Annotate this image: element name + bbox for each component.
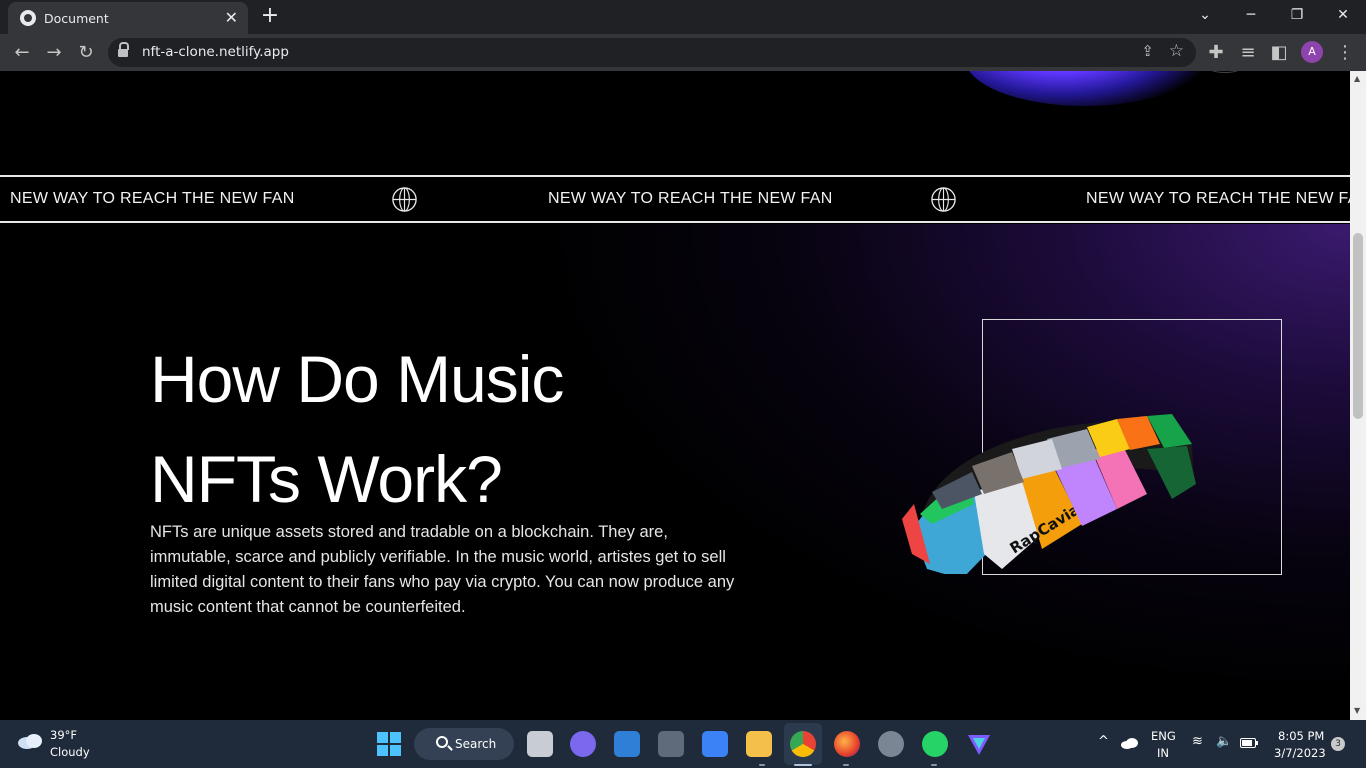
- bookmark-star-icon[interactable]: ☆: [1169, 41, 1184, 61]
- chrome-icon[interactable]: [790, 731, 816, 757]
- globe-icon: [392, 187, 417, 212]
- running-indicator: [931, 764, 937, 766]
- tab-title: Document: [44, 10, 109, 26]
- clock-time[interactable]: 8:05 PM: [1278, 729, 1324, 743]
- wifi-icon[interactable]: ≋: [1192, 734, 1203, 749]
- clock-date[interactable]: 3/7/2023: [1274, 746, 1326, 760]
- page-scrollbar[interactable]: ▲ ▼: [1350, 71, 1366, 720]
- playlist-covers-ring-image: RapCaviar: [902, 414, 1196, 574]
- scroll-up-arrow-icon[interactable]: ▲: [1354, 74, 1360, 83]
- running-indicator: [843, 764, 849, 766]
- tray-overflow-chevron-icon[interactable]: ^: [1098, 734, 1109, 749]
- extensions-puzzle-icon[interactable]: ✚: [1203, 40, 1229, 66]
- tab-close-icon[interactable]: ✕: [225, 10, 238, 26]
- close-window-button[interactable]: ✕: [1320, 0, 1366, 30]
- active-indicator: [794, 764, 812, 766]
- how-it-works-section: How Do Music NFTs Work? NFTs are unique …: [0, 224, 1350, 720]
- start-windows-icon[interactable]: [376, 731, 402, 757]
- scroll-down-arrow-icon[interactable]: ▼: [1354, 706, 1360, 715]
- windows-taskbar: 39°F Cloudy Search ^ ENG IN ≋ 🔈 8:05 PM …: [0, 720, 1366, 768]
- media-queue-icon[interactable]: ≡: [1235, 40, 1261, 66]
- section-description: NFTs are unique assets stored and tradab…: [150, 523, 735, 616]
- teams-chat-icon[interactable]: [570, 731, 596, 757]
- battery-icon[interactable]: [1240, 738, 1258, 748]
- microsoft-store-icon[interactable]: [702, 731, 728, 757]
- notification-badge[interactable]: 3: [1331, 737, 1345, 751]
- restore-button[interactable]: ❐: [1274, 0, 1320, 30]
- abstract-3d-artwork-image: [965, 71, 1205, 106]
- lock-icon[interactable]: [118, 42, 129, 58]
- share-icon[interactable]: ⇪: [1141, 42, 1154, 60]
- language-region[interactable]: IN: [1157, 746, 1169, 760]
- firefox-icon[interactable]: [834, 731, 860, 757]
- marquee-text: NEW WAY TO REACH THE NEW FAN: [548, 190, 833, 207]
- browser-toolbar: ← → ↻ nft-a-clone.netlify.app ⇪ ☆ ✚ ≡ ◧ …: [0, 34, 1366, 71]
- running-indicator: [759, 764, 765, 766]
- marquee-banner: NEW WAY TO REACH THE NEW FAN NEW WAY TO …: [0, 175, 1350, 223]
- address-url[interactable]: nft-a-clone.netlify.app: [142, 44, 289, 60]
- calculator-icon[interactable]: [658, 731, 684, 757]
- tab-search-icon[interactable]: ⌄: [1182, 0, 1228, 30]
- file-explorer-icon[interactable]: [746, 731, 772, 757]
- reload-icon[interactable]: ↻: [73, 40, 99, 66]
- task-view-icon[interactable]: [527, 731, 553, 757]
- page-viewport: NEW WAY TO REACH THE NEW FAN NEW WAY TO …: [0, 71, 1350, 720]
- marquee-text: NEW WAY TO REACH THE NEW FAN: [10, 190, 295, 207]
- decorative-ring: [1205, 71, 1245, 73]
- minimize-button[interactable]: ─: [1228, 0, 1274, 30]
- profile-avatar[interactable]: A: [1301, 41, 1323, 63]
- side-panel-icon[interactable]: ◧: [1266, 40, 1292, 66]
- weather-condition[interactable]: Cloudy: [50, 745, 90, 759]
- vpn-triangle-icon[interactable]: [966, 731, 992, 757]
- cloud-weather-icon[interactable]: [16, 732, 44, 750]
- mail-icon[interactable]: [614, 731, 640, 757]
- search-label: Search: [455, 737, 497, 751]
- globe-favicon-icon: [20, 10, 36, 26]
- taskbar-search[interactable]: Search: [414, 728, 514, 760]
- settings-gear-icon[interactable]: [878, 731, 904, 757]
- marquee-text: NEW WAY TO REACH THE NEW FAN: [1086, 190, 1350, 207]
- language-indicator[interactable]: ENG: [1151, 729, 1176, 743]
- forward-icon[interactable]: →: [41, 40, 67, 66]
- onedrive-cloud-icon[interactable]: [1120, 737, 1138, 749]
- browser-menu-icon[interactable]: ⋮: [1332, 40, 1358, 66]
- whatsapp-icon[interactable]: [922, 731, 948, 757]
- browser-tab[interactable]: Document ✕: [8, 2, 248, 34]
- search-icon: [436, 736, 448, 748]
- scrollbar-thumb[interactable]: [1353, 233, 1363, 419]
- weather-temperature[interactable]: 39°F: [50, 728, 77, 742]
- section-heading: How Do Music NFTs Work?: [150, 342, 564, 516]
- new-tab-button[interactable]: +: [258, 5, 282, 29]
- volume-icon[interactable]: 🔈: [1216, 734, 1232, 749]
- browser-tab-bar: Document ✕ + ⌄ ─ ❐ ✕: [0, 0, 1366, 34]
- address-bar[interactable]: nft-a-clone.netlify.app ⇪ ☆: [108, 38, 1196, 67]
- back-icon[interactable]: ←: [9, 40, 35, 66]
- globe-icon: [931, 187, 956, 212]
